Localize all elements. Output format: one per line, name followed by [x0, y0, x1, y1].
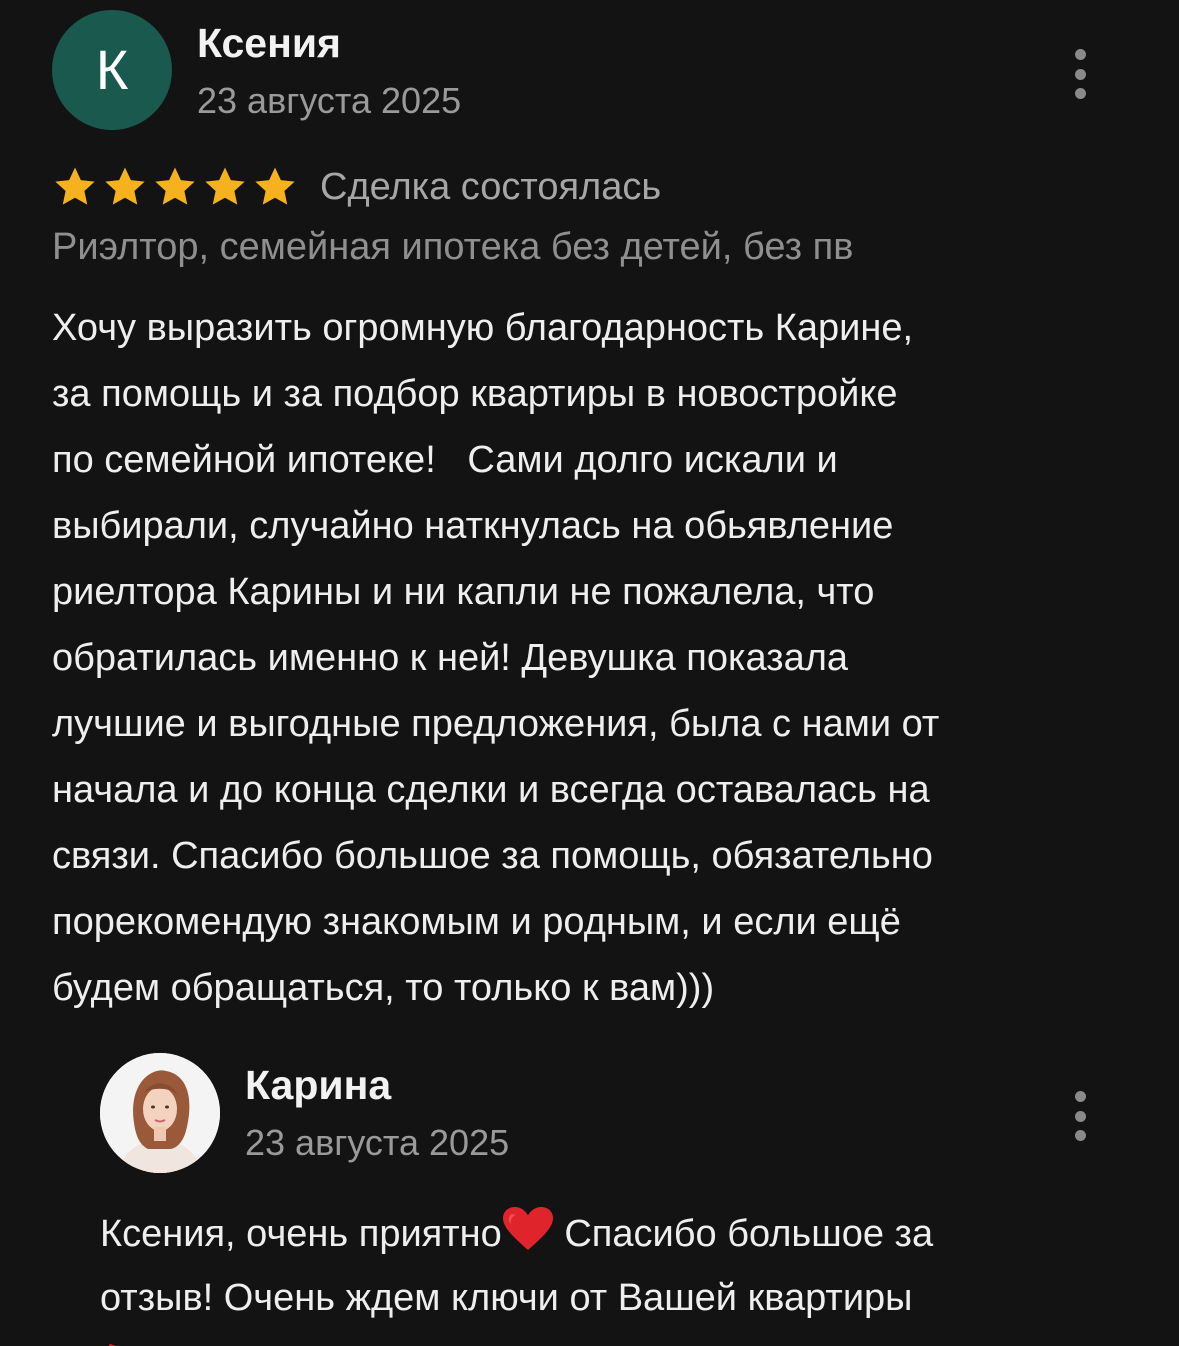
rating-row: Сделка состоялась	[52, 158, 661, 216]
star-icon	[155, 167, 195, 205]
review-text-line: выбирали, случайно наткнулась на обьявле…	[52, 505, 894, 547]
reply-date: 23 августа 2025	[245, 1122, 510, 1163]
reply-text: Ксения, очень приятно Спасибо большое за…	[100, 1202, 1150, 1330]
star-icon	[105, 167, 145, 205]
review-text-line: за помощь и за подбор квартиры в новостр…	[52, 373, 898, 415]
author-name[interactable]: Ксения	[197, 20, 341, 67]
avatar-photo	[100, 1053, 220, 1173]
review-text-line: будем обращаться, то только к вам)))	[52, 967, 715, 1009]
reply-author-name[interactable]: Карина	[245, 1062, 391, 1109]
deal-status: Сделка состоялась	[320, 165, 662, 208]
star-icon	[205, 167, 245, 205]
review-text-line: начала и до конца сделки и всегда остава…	[52, 769, 930, 811]
reply-text-part: Ксения, очень приятно	[100, 1213, 502, 1255]
review-text-line: связи. Спасибо большое за помощь, обязат…	[52, 835, 933, 877]
review-text-line: обратилась именно к ней! Девушка показал…	[52, 637, 849, 679]
review-text-line: порекомендую знакомым и родным, и если е…	[52, 901, 901, 943]
review-text-line: Хочу выразить огромную благодарность Кар…	[52, 307, 914, 349]
review-card: К Ксения 23 августа 2025 Сделка состояла…	[0, 0, 1179, 1346]
star-rating	[52, 164, 298, 210]
review-text-line: по семейной ипотеке! Сами долго искали и	[52, 439, 838, 481]
star-icon	[255, 167, 295, 205]
more-options-icon[interactable]	[1072, 49, 1088, 99]
star-icon	[55, 167, 95, 205]
key-emoji-icon	[108, 1344, 116, 1346]
review-date: 23 августа 2025	[197, 80, 462, 121]
reply-text-line: отзыв! Очень ждем ключи от Вашей квартир…	[100, 1277, 913, 1319]
review-subtitle: Риэлтор, семейная ипотека без детей, без…	[52, 226, 854, 268]
reply-avatar[interactable]	[100, 1053, 220, 1173]
author-avatar[interactable]: К	[52, 10, 172, 130]
reply-text-part: Спасибо большое за	[553, 1213, 934, 1255]
reply-more-options-icon[interactable]	[1072, 1091, 1088, 1141]
heart-emoji-icon	[502, 1207, 553, 1250]
reply-text-line: Ксения, очень приятно Спасибо большое за	[100, 1202, 1150, 1266]
review-text-line: лучшие и выгодные предложения, была с на…	[52, 703, 940, 745]
review-text-line: риелтора Карины и ни капли не пожалела, …	[52, 571, 875, 613]
review-text: Хочу выразить огромную благодарность Кар…	[52, 295, 1142, 1021]
